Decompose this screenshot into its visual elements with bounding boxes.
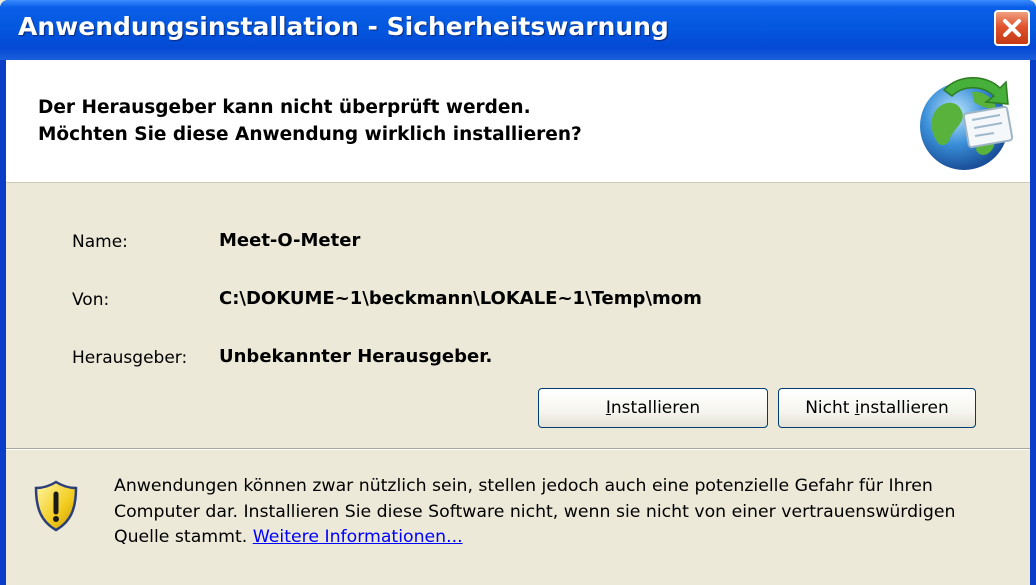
- dialog-header: Der Herausgeber kann nicht überprüft wer…: [6, 60, 1030, 183]
- detail-value-name: Meet-O-Meter: [219, 230, 361, 251]
- title-bar[interactable]: Anwendungsinstallation - Sicherheitswarn…: [0, 0, 1036, 60]
- dialog-content: Der Herausgeber kann nicht überprüft wer…: [6, 60, 1030, 585]
- headline-line-2: Möchten Sie diese Anwendung wirklich ins…: [38, 124, 582, 145]
- more-info-link[interactable]: Weitere Informationen...: [253, 527, 463, 547]
- detail-value-publisher: Unbekannter Herausgeber.: [219, 346, 493, 367]
- headline-line-1: Der Herausgeber kann nicht überprüft wer…: [38, 97, 531, 118]
- headline: Der Herausgeber kann nicht überprüft wer…: [38, 94, 582, 148]
- detail-value-source: C:\DOKUME~1\beckmann\LOKALE~1\Temp\mom: [219, 288, 702, 309]
- warning-text: Anwendungen können zwar nützlich sein, s…: [114, 476, 956, 547]
- warning-message: Anwendungen können zwar nützlich sein, s…: [114, 474, 1014, 551]
- shield-warning-icon: [34, 480, 78, 532]
- install-button-label: Installieren: [606, 389, 700, 427]
- globe-install-icon: [920, 77, 1014, 170]
- detail-label-source: Von:: [72, 290, 110, 310]
- detail-row-publisher: Herausgeber: Unbekannter Herausgeber.: [6, 346, 1030, 370]
- dont-install-button[interactable]: Nicht installieren: [778, 388, 976, 428]
- dont-install-label-pre: Nicht: [805, 398, 855, 418]
- install-label-rest: nstallieren: [610, 398, 701, 418]
- window-title: Anwendungsinstallation - Sicherheitswarn…: [18, 12, 669, 41]
- close-button[interactable]: [994, 10, 1030, 46]
- install-button[interactable]: Installieren: [538, 388, 768, 428]
- close-icon: [1003, 19, 1021, 37]
- detail-label-publisher: Herausgeber:: [72, 348, 188, 368]
- detail-row-name: Name: Meet-O-Meter: [6, 230, 1030, 254]
- dont-install-button-label: Nicht installieren: [805, 389, 949, 427]
- detail-row-source: Von: C:\DOKUME~1\beckmann\LOKALE~1\Temp\…: [6, 288, 1030, 312]
- dialog-window: Anwendungsinstallation - Sicherheitswarn…: [0, 0, 1036, 585]
- divider: [6, 448, 1030, 450]
- detail-label-name: Name:: [72, 232, 128, 252]
- dont-install-label-rest: nstallieren: [859, 398, 949, 418]
